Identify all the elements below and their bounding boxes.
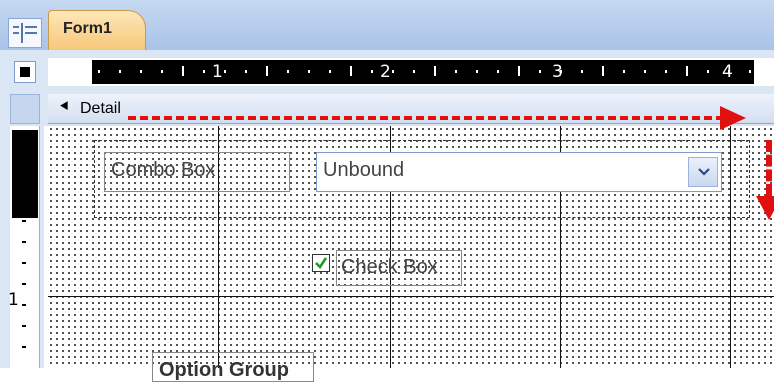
arrow-down-icon	[756, 196, 774, 220]
ruler-tick	[434, 66, 436, 76]
ruler-tick	[581, 70, 583, 73]
ruler-tick	[686, 66, 688, 76]
ruler-tick	[22, 220, 26, 222]
ruler-tick	[602, 66, 604, 76]
option-group-label[interactable]: Option Group	[152, 352, 314, 382]
ruler-tick	[665, 70, 667, 73]
ruler-tick	[455, 70, 457, 73]
combo-box[interactable]: Unbound	[316, 152, 722, 192]
resize-height-arrow-line	[766, 140, 772, 196]
vertical-ruler-selection-band	[12, 130, 38, 218]
ruler-tick	[22, 304, 26, 306]
combo-box-label[interactable]: Combo Box	[104, 152, 290, 192]
ruler-tick	[22, 241, 26, 243]
ruler-tick	[329, 70, 331, 73]
ruler-tick	[350, 66, 352, 76]
section-selector[interactable]	[10, 94, 40, 124]
detail-section-label: Detail	[80, 100, 121, 117]
collapse-arrow-icon[interactable]: ⯇	[58, 99, 71, 117]
ruler-selection-band	[92, 60, 754, 84]
ruler-tick	[413, 70, 415, 73]
form-icon[interactable]	[8, 18, 42, 48]
ruler-tick	[623, 70, 625, 73]
vertical-ruler-number: 1	[8, 290, 19, 310]
tab-form1[interactable]: Form1	[48, 10, 146, 50]
ruler-tick	[98, 70, 100, 73]
ruler-tick	[497, 70, 499, 73]
ruler-tick	[476, 70, 478, 73]
ruler-tick	[119, 70, 121, 73]
ruler-tick	[245, 70, 247, 73]
ruler-tick	[644, 70, 646, 73]
ruler-tick	[22, 346, 26, 348]
arrow-right-icon	[720, 106, 746, 130]
ruler-number: 3	[552, 62, 563, 82]
ruler-tick	[182, 66, 184, 76]
ruler-tick	[266, 66, 268, 76]
resize-width-arrow-line	[128, 116, 724, 120]
grid-line	[48, 296, 774, 297]
combo-box-value: Unbound	[323, 159, 405, 181]
ruler-tick	[22, 283, 26, 285]
check-box[interactable]	[312, 254, 330, 272]
ruler-tick	[371, 70, 373, 73]
ruler-tick	[140, 70, 142, 73]
ruler-tick	[308, 70, 310, 73]
ruler-number: 2	[380, 62, 391, 82]
ruler-tick	[22, 325, 26, 327]
chevron-down-icon[interactable]	[688, 157, 718, 187]
ruler-number: 1	[212, 62, 223, 82]
ruler-tick	[224, 70, 226, 73]
ruler-tick	[287, 70, 289, 73]
ruler-tick	[707, 70, 709, 73]
ruler-tick	[22, 262, 26, 264]
ruler-tick	[749, 70, 751, 73]
tab-form1-label: Form1	[63, 20, 112, 37]
check-box-label[interactable]: Check Box	[336, 250, 462, 286]
ruler-tick	[161, 70, 163, 73]
ruler-tick	[392, 70, 394, 73]
ruler-tick	[203, 70, 205, 73]
ruler-tick	[518, 66, 520, 76]
form-selector-button[interactable]	[14, 61, 36, 83]
ruler-number: 4	[722, 62, 733, 82]
ruler-tick	[539, 70, 541, 73]
